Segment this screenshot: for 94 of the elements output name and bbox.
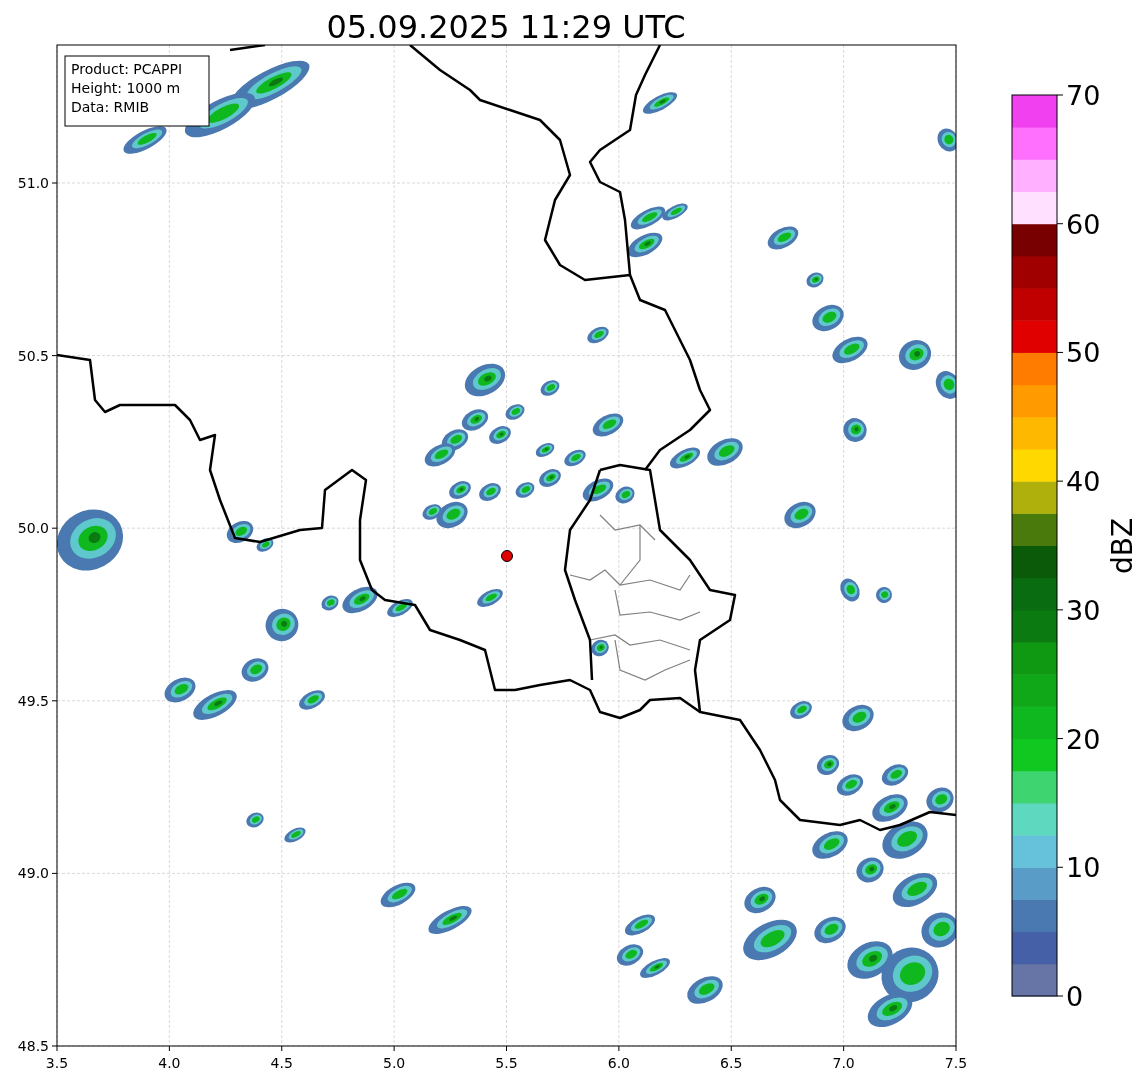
radar-echo (515, 482, 535, 498)
x-tick-label: 5.5 (495, 1055, 518, 1071)
y-tick-label: 49.5 (17, 692, 49, 709)
colorbar-tick-label: 70 (1066, 80, 1101, 111)
radar-echo (642, 92, 678, 114)
x-tick-label: 6.0 (607, 1055, 630, 1071)
border-line (229, 45, 266, 52)
radar-echo (898, 340, 932, 370)
radar-echo (342, 586, 378, 614)
radar-echo (587, 326, 609, 344)
x-tick-label: 5.0 (383, 1055, 406, 1071)
colorbar-tick-label: 40 (1066, 466, 1101, 498)
info-text: Product: PCAPPI (71, 61, 183, 77)
x-tick-label: 4.5 (270, 1055, 293, 1071)
radar-echo (256, 538, 274, 552)
radar-echo (892, 873, 938, 907)
radar-echo (937, 128, 956, 152)
radar-echo (477, 589, 503, 607)
radar-echo (428, 905, 472, 935)
radar-echo (591, 639, 609, 657)
info-text: Height: 1000 m (71, 80, 181, 96)
y-tick-label: 51.0 (17, 175, 49, 191)
radar-echo (624, 914, 656, 936)
radar-echo (321, 595, 339, 611)
radar-echo (464, 363, 506, 397)
radar-echo (662, 203, 688, 221)
radar-echo (265, 608, 299, 642)
radar-echo (505, 404, 525, 420)
radar-echo (872, 794, 908, 822)
radar-echo (876, 587, 892, 603)
radar-echo (832, 336, 868, 364)
info-text: Data: RMIB (71, 99, 150, 115)
radar-echo (539, 469, 561, 487)
radar-echo (816, 755, 840, 775)
radar-echo (461, 409, 489, 431)
radar-echo (812, 304, 844, 332)
radar-echo (806, 272, 824, 288)
radar-echo (564, 449, 586, 467)
colorbar-tick-label: 60 (1066, 208, 1101, 240)
radar-echo (387, 599, 413, 617)
colorbar-tick-label: 50 (1066, 337, 1101, 369)
radar-echo (881, 764, 909, 786)
radar-echo (246, 812, 264, 828)
radar-echo (284, 827, 306, 843)
x-tick-label: 6.5 (720, 1055, 743, 1071)
x-tick-label: 3.5 (45, 1055, 69, 1071)
colorbar-tick-label: 20 (1066, 723, 1101, 755)
radar-echo (707, 438, 743, 466)
x-tick-label: 4.0 (158, 1055, 181, 1071)
radar-site-marker (501, 550, 513, 562)
radar-echo (790, 701, 812, 719)
chart-title: 05.09.2025 11:29 UTC (326, 8, 686, 46)
y-tick-label: 49.0 (17, 865, 49, 882)
radar-echo (842, 704, 874, 732)
radar-echo (926, 787, 954, 813)
radar-echo (449, 481, 471, 499)
radar-echo (840, 578, 860, 602)
colorbar-tick-label: 0 (1066, 981, 1084, 1012)
radar-echo (592, 413, 624, 437)
radar-echo (57, 509, 124, 571)
radar-echo (540, 380, 560, 396)
radar-echo (630, 206, 666, 230)
radar-echo (479, 483, 501, 501)
colorbar-tick-label: 30 (1066, 594, 1101, 626)
radar-echo (489, 426, 511, 444)
radar-echo (640, 958, 670, 978)
radar-echo (241, 658, 269, 682)
radar-echo (669, 447, 701, 469)
radar-echo (535, 442, 555, 458)
y-tick-label: 48.5 (17, 1038, 49, 1054)
x-tick-label: 7.0 (832, 1055, 855, 1071)
radar-echo (843, 418, 867, 442)
y-tick-label: 50.5 (17, 347, 49, 364)
radar-echo (935, 371, 956, 399)
radar-echo (164, 677, 196, 703)
radar-echo (299, 690, 325, 710)
colorbar-tick-label: 10 (1066, 852, 1101, 884)
radar-echo (424, 443, 456, 467)
radar-echo (744, 886, 776, 914)
y-tick-label: 50.0 (17, 520, 49, 537)
radar-echo (743, 919, 797, 961)
radar-echo (226, 521, 254, 543)
x-tick-label: 7.5 (944, 1055, 968, 1071)
radar-echo (784, 501, 816, 529)
radar-echo (123, 126, 167, 154)
radar-echo (616, 944, 644, 966)
radar-echo (836, 774, 864, 796)
radar-echo (627, 232, 663, 258)
radar-echo (812, 831, 848, 859)
radar-echo (687, 976, 723, 1004)
radar-echo (193, 690, 237, 720)
radar-echo (767, 226, 799, 250)
colorbar-label: dBZ (1106, 517, 1139, 575)
radar-echo (380, 882, 416, 908)
